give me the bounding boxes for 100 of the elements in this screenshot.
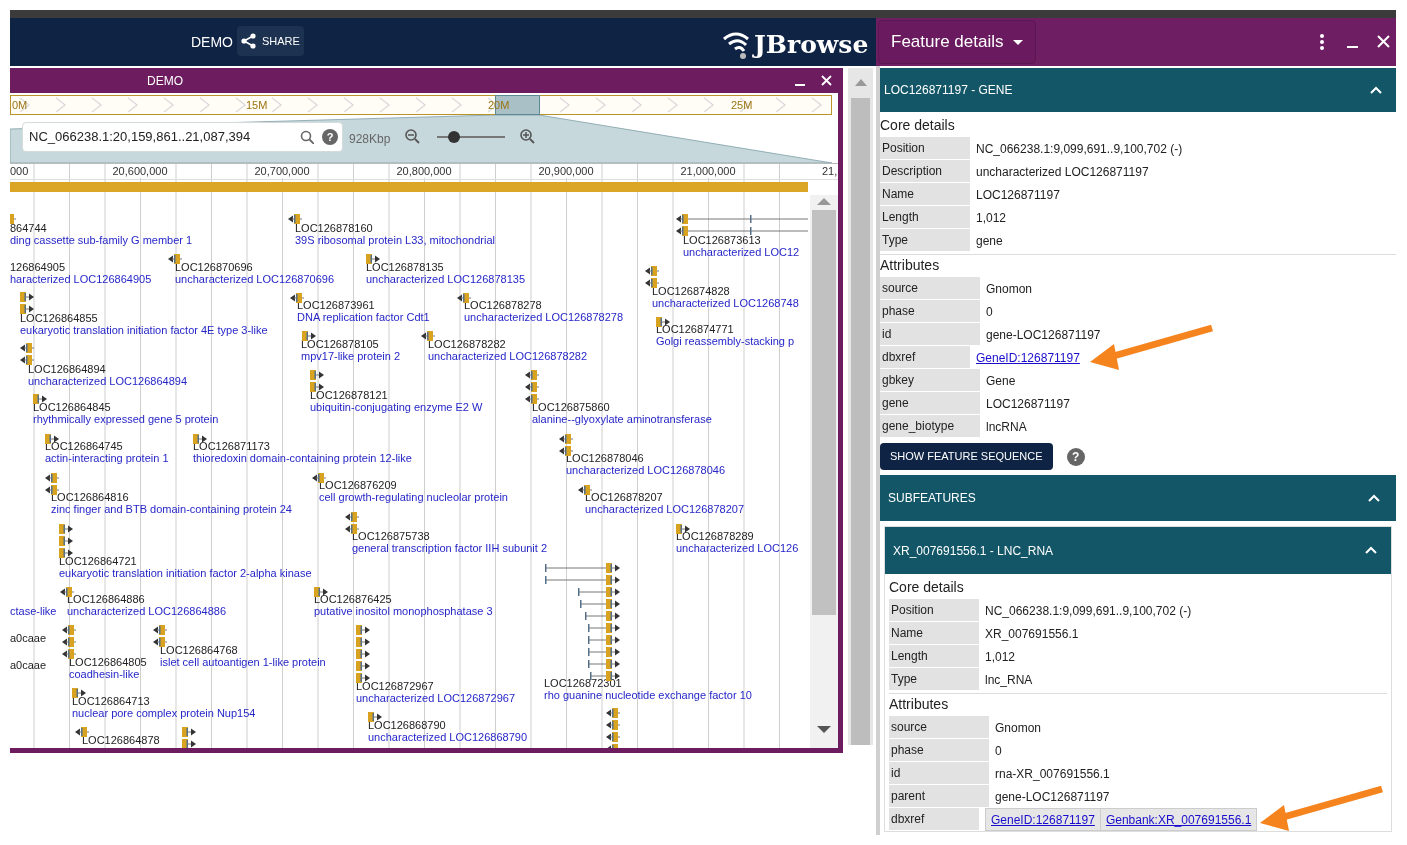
gene-description[interactable]: uncharacterized LOC12 (683, 246, 800, 258)
gene-glyph[interactable] (545, 575, 620, 585)
gene-glyph[interactable] (45, 485, 59, 495)
gene-glyph[interactable] (62, 649, 76, 659)
gene-description[interactable]: uncharacterized LOC126868790 (368, 731, 527, 743)
gene-description[interactable]: mpv17-like protein 2 (301, 350, 401, 362)
gene-name[interactable]: LOC126868790 (368, 719, 446, 731)
gene-name[interactable]: LOC126864721 (59, 555, 137, 567)
gene-description[interactable]: ding cassette sub-family G member 1 (10, 234, 193, 246)
gene-description[interactable]: uncharacterized LOC126872967 (356, 692, 515, 704)
gene-description[interactable]: nuclear pore complex protein Nup154 (72, 707, 256, 719)
gene-glyph[interactable] (302, 331, 316, 341)
gene-description[interactable]: uncharacterized LOC126878282 (428, 350, 587, 362)
gene-name[interactable]: LOC126864805 (69, 656, 147, 668)
gene-description[interactable]: eukaryotic translation initiation factor 4E type 3-like (20, 324, 268, 336)
gene-glyph[interactable] (20, 355, 34, 365)
share-button[interactable]: SHARE (237, 26, 304, 56)
gene-glyph[interactable] (20, 304, 34, 314)
gene-glyph[interactable] (356, 661, 370, 671)
gene-description[interactable]: general transcription factor IIH subunit 2 (352, 542, 548, 554)
gene-glyph[interactable] (588, 647, 620, 657)
gene-description[interactable]: ctase-like (10, 605, 57, 617)
dbxref-link[interactable]: GeneID:126871197 (976, 349, 1080, 369)
gene-name[interactable]: LOC126872967 (356, 680, 434, 692)
gene-glyph[interactable] (153, 637, 167, 647)
gene-name[interactable]: a0caae (10, 659, 47, 671)
gene-glyph[interactable] (656, 317, 670, 327)
gene-description[interactable]: rhythmically expressed gene 5 protein (33, 413, 219, 425)
scroll-down-icon[interactable] (817, 725, 831, 734)
gene-name[interactable]: LOC126864745 (45, 440, 123, 452)
gene-name[interactable]: LOC126864894 (28, 363, 106, 375)
gene-description[interactable]: ubiquitin-conjugating enzyme E2 W (310, 401, 483, 413)
gene-name[interactable]: LOC126864845 (33, 401, 111, 413)
gene-name[interactable]: 864744 (10, 222, 47, 234)
gene-glyph[interactable] (580, 599, 620, 609)
gene-glyph[interactable] (59, 524, 73, 534)
gene-glyph[interactable] (62, 637, 76, 647)
gene-name[interactable]: LOC126878160 (295, 222, 373, 234)
gene-description[interactable]: actin-interacting protein 1 (45, 452, 169, 464)
gene-glyph[interactable] (312, 473, 326, 483)
gene-glyph[interactable] (345, 512, 359, 522)
gene-glyph[interactable] (62, 625, 76, 635)
gene-glyph[interactable] (182, 727, 196, 737)
scroll-thumb[interactable] (812, 210, 836, 615)
chevron-up-icon[interactable] (1365, 546, 1377, 555)
gene-glyph[interactable] (585, 611, 620, 621)
gene-glyph[interactable] (606, 708, 620, 718)
gene-glyph[interactable] (559, 446, 573, 456)
gene-glyph[interactable] (20, 292, 34, 302)
gene-description[interactable]: uncharacterized LOC126 (676, 542, 799, 554)
gene-description[interactable]: Golgi reassembly-stacking p (656, 335, 795, 347)
gene-glyph[interactable] (20, 343, 34, 353)
section-header[interactable]: XR_007691556.1 - LNC_RNA (885, 527, 1391, 574)
gene-glyph[interactable] (356, 649, 370, 659)
show-sequence-button[interactable]: SHOW FEATURE SEQUENCE (880, 443, 1053, 470)
gene-name[interactable]: LOC126871173 (193, 440, 270, 452)
gene-glyph[interactable] (45, 473, 59, 483)
gene-description[interactable]: islet cell autoantigen 1-like protein (160, 656, 326, 668)
gene-glyph[interactable] (457, 293, 471, 303)
dbxref-link[interactable]: GeneID:126871197 (986, 809, 1100, 830)
gene-name[interactable]: LOC126878282 (428, 338, 506, 350)
gene-name[interactable]: LOC126864713 (72, 695, 150, 707)
gene-glyph[interactable] (588, 635, 620, 645)
section-header[interactable]: LOC126871197 - GENE (880, 68, 1396, 112)
help-icon[interactable]: ? (322, 129, 338, 145)
gene-glyph[interactable] (72, 688, 86, 698)
gene-name[interactable]: LOC126875738 (352, 530, 430, 542)
gene-name[interactable]: LOC126864886 (67, 593, 145, 605)
gene-name[interactable]: LOC126878135 (366, 261, 444, 273)
gene-glyph[interactable] (606, 720, 620, 730)
gene-name[interactable]: LOC126878046 (566, 452, 644, 464)
gene-description[interactable]: uncharacterized LOC1268748 (652, 297, 799, 309)
gene-glyph[interactable] (356, 673, 370, 683)
gene-glyph[interactable] (33, 394, 47, 404)
gene-glyph[interactable] (559, 434, 573, 444)
gene-description[interactable]: eukaryotic translation initiation factor 2-alpha kinase (59, 567, 312, 579)
gene-description[interactable]: uncharacterized LOC126878046 (566, 464, 725, 476)
gene-name[interactable]: a0caae (10, 632, 47, 644)
gene-glyph[interactable] (421, 331, 435, 341)
gene-description[interactable]: uncharacterized LOC126878278 (464, 311, 623, 323)
zoom-in-icon[interactable] (520, 129, 535, 144)
gene-name[interactable]: LOC126864816 (51, 491, 129, 503)
gene-description[interactable]: cell growth-regulating nucleolar protein (319, 491, 508, 503)
gene-glyph[interactable] (356, 637, 370, 647)
gene-name[interactable]: LOC126878121 (310, 389, 388, 401)
gene-name[interactable]: LOC126876209 (319, 479, 397, 491)
gene-glyph[interactable] (366, 254, 380, 264)
gene-glyph[interactable] (59, 536, 73, 546)
gene-name[interactable]: LOC126875860 (532, 401, 610, 413)
help-icon[interactable]: ? (1066, 447, 1085, 466)
gene-name[interactable]: LOC126878278 (464, 299, 542, 311)
gene-glyph[interactable] (588, 659, 620, 669)
gene-description[interactable]: thioredoxin domain-containing protein 12-like (193, 452, 412, 464)
gene-description[interactable]: haracterized LOC126864905 (10, 273, 152, 285)
gene-glyph[interactable] (288, 214, 302, 224)
gene-glyph[interactable] (578, 587, 620, 597)
gene-glyph[interactable] (345, 524, 359, 534)
overview-bar[interactable] (10, 95, 832, 115)
scroll-thumb[interactable] (851, 98, 870, 745)
gene-name[interactable]: 126864905 (10, 261, 66, 273)
